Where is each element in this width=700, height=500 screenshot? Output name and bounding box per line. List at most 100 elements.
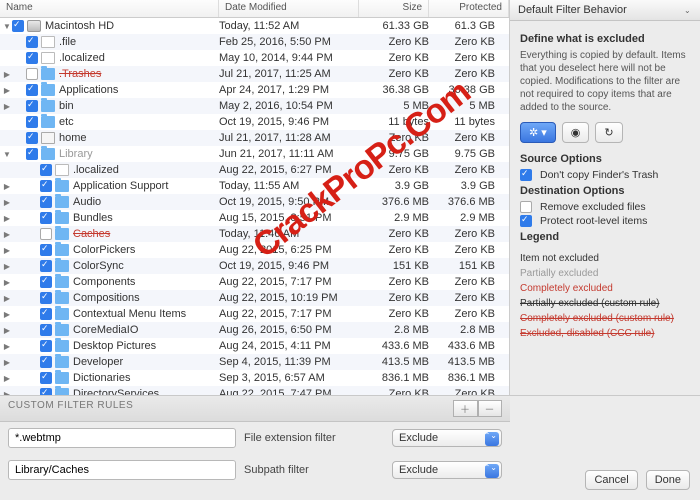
table-row[interactable]: ▶Desktop PicturesAug 24, 2015, 4:11 PM43… — [0, 338, 509, 354]
filter-action-2[interactable]: Exclude — [392, 461, 502, 479]
include-checkbox[interactable] — [26, 68, 38, 80]
include-checkbox[interactable] — [40, 308, 52, 320]
disclosure-triangle[interactable]: ▶ — [2, 198, 12, 207]
table-row[interactable]: ▶binMay 2, 2016, 10:54 PM5 MB5 MB — [0, 98, 509, 114]
table-row[interactable]: .localizedAug 22, 2015, 6:27 PMZero KBZe… — [0, 162, 509, 178]
disclosure-triangle[interactable]: ▶ — [2, 262, 12, 271]
include-checkbox[interactable] — [26, 52, 38, 64]
include-checkbox[interactable] — [26, 148, 38, 160]
opt-trash-label: Don't copy Finder's Trash — [540, 169, 658, 181]
table-row[interactable]: ▶ApplicationsApr 24, 2017, 1:29 PM36.38 … — [0, 82, 509, 98]
table-row[interactable]: ▶ComponentsAug 22, 2015, 7:17 PMZero KBZ… — [0, 274, 509, 290]
table-row[interactable]: ▼Macintosh HDToday, 11:52 AM61.33 GB61.3… — [0, 18, 509, 34]
include-checkbox[interactable] — [26, 100, 38, 112]
disclosure-triangle[interactable]: ▶ — [2, 182, 12, 191]
disclosure-triangle[interactable]: ▶ — [2, 246, 12, 255]
include-checkbox[interactable] — [40, 356, 52, 368]
table-row[interactable]: ▶ColorSyncOct 19, 2015, 9:46 PM151 KB151… — [0, 258, 509, 274]
table-row[interactable]: ▼LibraryJun 21, 2017, 11:11 AM9.75 GB9.7… — [0, 146, 509, 162]
include-checkbox[interactable] — [40, 196, 52, 208]
table-row[interactable]: homeJul 21, 2017, 11:28 AMZero KBZero KB — [0, 130, 509, 146]
define-title: Define what is excluded — [520, 33, 690, 45]
col-name[interactable]: Name — [0, 0, 219, 17]
include-checkbox[interactable] — [40, 212, 52, 224]
include-checkbox[interactable] — [40, 388, 52, 395]
remove-filter-button[interactable]: － — [478, 400, 503, 417]
item-protected: 2.8 MB — [429, 324, 509, 336]
include-checkbox[interactable] — [40, 260, 52, 272]
item-name: Audio — [73, 196, 219, 208]
disclosure-triangle[interactable]: ▶ — [2, 342, 12, 351]
item-size: Zero KB — [359, 276, 429, 288]
disclosure-triangle[interactable]: ▶ — [2, 230, 12, 239]
disclosure-triangle[interactable]: ▶ — [2, 390, 12, 396]
item-name: .Trashes — [59, 68, 219, 80]
include-checkbox[interactable] — [40, 228, 52, 240]
include-checkbox[interactable] — [40, 164, 52, 176]
checkbox-trash[interactable] — [520, 169, 532, 181]
filter-row-1: File extension filter Exclude — [0, 422, 510, 454]
include-checkbox[interactable] — [40, 180, 52, 192]
filter-type-1[interactable]: File extension filter — [244, 432, 384, 444]
fold-icon — [41, 84, 55, 96]
table-row[interactable]: ▶ColorPickersAug 22, 2015, 6:25 PMZero K… — [0, 242, 509, 258]
table-row[interactable]: ▶DeveloperSep 4, 2015, 11:39 PM413.5 MB4… — [0, 354, 509, 370]
include-checkbox[interactable] — [12, 20, 24, 32]
include-checkbox[interactable] — [40, 292, 52, 304]
include-checkbox[interactable] — [26, 116, 38, 128]
preview-button[interactable]: ◉ — [562, 122, 590, 143]
filter-type-2[interactable]: Subpath filter — [244, 464, 384, 476]
disclosure-triangle[interactable]: ▶ — [2, 326, 12, 335]
disclosure-triangle[interactable]: ▶ — [2, 102, 12, 111]
item-size: Zero KB — [359, 68, 429, 80]
disclosure-triangle[interactable]: ▶ — [2, 374, 12, 383]
table-row[interactable]: ▶DirectoryServicesAug 22, 2015, 7:47 PMZ… — [0, 386, 509, 395]
table-row[interactable]: ▶DictionariesSep 3, 2015, 6:57 AM836.1 M… — [0, 370, 509, 386]
disclosure-triangle[interactable]: ▶ — [2, 358, 12, 367]
table-row[interactable]: ▶CachesToday, 11:46 AMZero KBZero KB — [0, 226, 509, 242]
col-size[interactable]: Size — [359, 0, 429, 17]
table-row[interactable]: ▶Application SupportToday, 11:55 AM3.9 G… — [0, 178, 509, 194]
table-row[interactable]: .fileFeb 25, 2016, 5:50 PMZero KBZero KB — [0, 34, 509, 50]
include-checkbox[interactable] — [40, 244, 52, 256]
file-tree-panel: Name Date Modified Size Protected ▼Macin… — [0, 0, 510, 395]
disclosure-triangle[interactable]: ▼ — [2, 22, 12, 31]
include-checkbox[interactable] — [26, 84, 38, 96]
checkbox-remove-excluded[interactable] — [520, 201, 532, 213]
disclosure-triangle[interactable]: ▶ — [2, 86, 12, 95]
gear-button[interactable]: ✲ ▾ — [520, 122, 556, 143]
disclosure-triangle[interactable]: ▶ — [2, 310, 12, 319]
checkbox-protect-root[interactable] — [520, 215, 532, 227]
table-row[interactable]: .localizedMay 10, 2014, 9:44 PMZero KBZe… — [0, 50, 509, 66]
disclosure-triangle[interactable]: ▼ — [2, 150, 12, 159]
table-row[interactable]: ▶CoreMediaIOAug 26, 2015, 6:50 PM2.8 MB2… — [0, 322, 509, 338]
include-checkbox[interactable] — [40, 372, 52, 384]
table-row[interactable]: ▶AudioOct 19, 2015, 9:50 PM376.6 MB376.6… — [0, 194, 509, 210]
add-filter-button[interactable]: ＋ — [453, 400, 478, 417]
filter-input-1[interactable] — [8, 428, 236, 448]
include-checkbox[interactable] — [40, 340, 52, 352]
disclosure-triangle[interactable]: ▶ — [2, 294, 12, 303]
filter-input-2[interactable] — [8, 460, 236, 480]
table-row[interactable]: etcOct 19, 2015, 9:46 PM11 bytes11 bytes — [0, 114, 509, 130]
done-button[interactable]: Done — [646, 470, 690, 490]
include-checkbox[interactable] — [26, 36, 38, 48]
table-row[interactable]: ▶Contextual Menu ItemsAug 22, 2015, 7:17… — [0, 306, 509, 322]
filter-behavior-dropdown[interactable]: Default Filter Behavior ⌄ — [510, 0, 700, 21]
include-checkbox[interactable] — [40, 324, 52, 336]
disclosure-triangle[interactable]: ▶ — [2, 70, 12, 79]
filter-action-1[interactable]: Exclude — [392, 429, 502, 447]
disclosure-triangle[interactable]: ▶ — [2, 278, 12, 287]
table-row[interactable]: ▶.TrashesJul 21, 2017, 11:25 AMZero KBZe… — [0, 66, 509, 82]
table-row[interactable]: ▶BundlesAug 15, 2015, 8:51 PM2.9 MB2.9 M… — [0, 210, 509, 226]
item-name: .localized — [73, 164, 219, 176]
col-date[interactable]: Date Modified — [219, 0, 359, 17]
cancel-button[interactable]: Cancel — [585, 470, 637, 490]
col-protected[interactable]: Protected — [429, 0, 509, 17]
table-row[interactable]: ▶CompositionsAug 22, 2015, 10:19 PMZero … — [0, 290, 509, 306]
reload-button[interactable]: ↻ — [595, 122, 622, 143]
include-checkbox[interactable] — [40, 276, 52, 288]
source-options-title: Source Options — [520, 153, 690, 165]
include-checkbox[interactable] — [26, 132, 38, 144]
disclosure-triangle[interactable]: ▶ — [2, 214, 12, 223]
